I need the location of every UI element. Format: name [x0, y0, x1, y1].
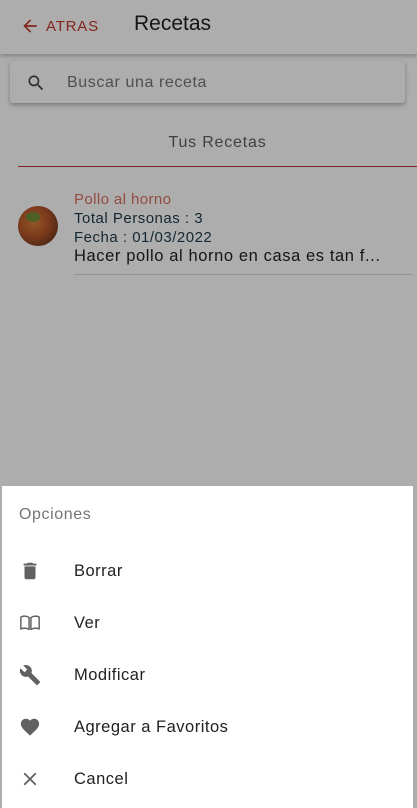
option-label: Ver	[74, 613, 101, 632]
option-label: Agregar a Favoritos	[74, 717, 229, 736]
trash-icon	[23, 562, 37, 580]
book-icon	[20, 615, 40, 631]
option-label: Borrar	[74, 561, 123, 580]
option-agregar-favoritos[interactable]: Agregar a Favoritos	[2, 701, 413, 753]
option-cancel[interactable]: Cancel	[2, 753, 413, 805]
wrench-icon	[19, 665, 41, 686]
option-borrar[interactable]: Borrar	[2, 545, 413, 597]
option-ver[interactable]: Ver	[2, 597, 413, 649]
heart-icon	[20, 718, 40, 736]
close-icon	[23, 772, 37, 786]
option-modificar[interactable]: Modificar	[2, 649, 413, 701]
options-bottom-sheet: Opciones Borrar Ver Modificar Agregar a …	[2, 486, 413, 808]
sheet-title: Opciones	[19, 506, 92, 523]
option-label: Cancel	[74, 769, 129, 788]
option-label: Modificar	[74, 665, 146, 684]
